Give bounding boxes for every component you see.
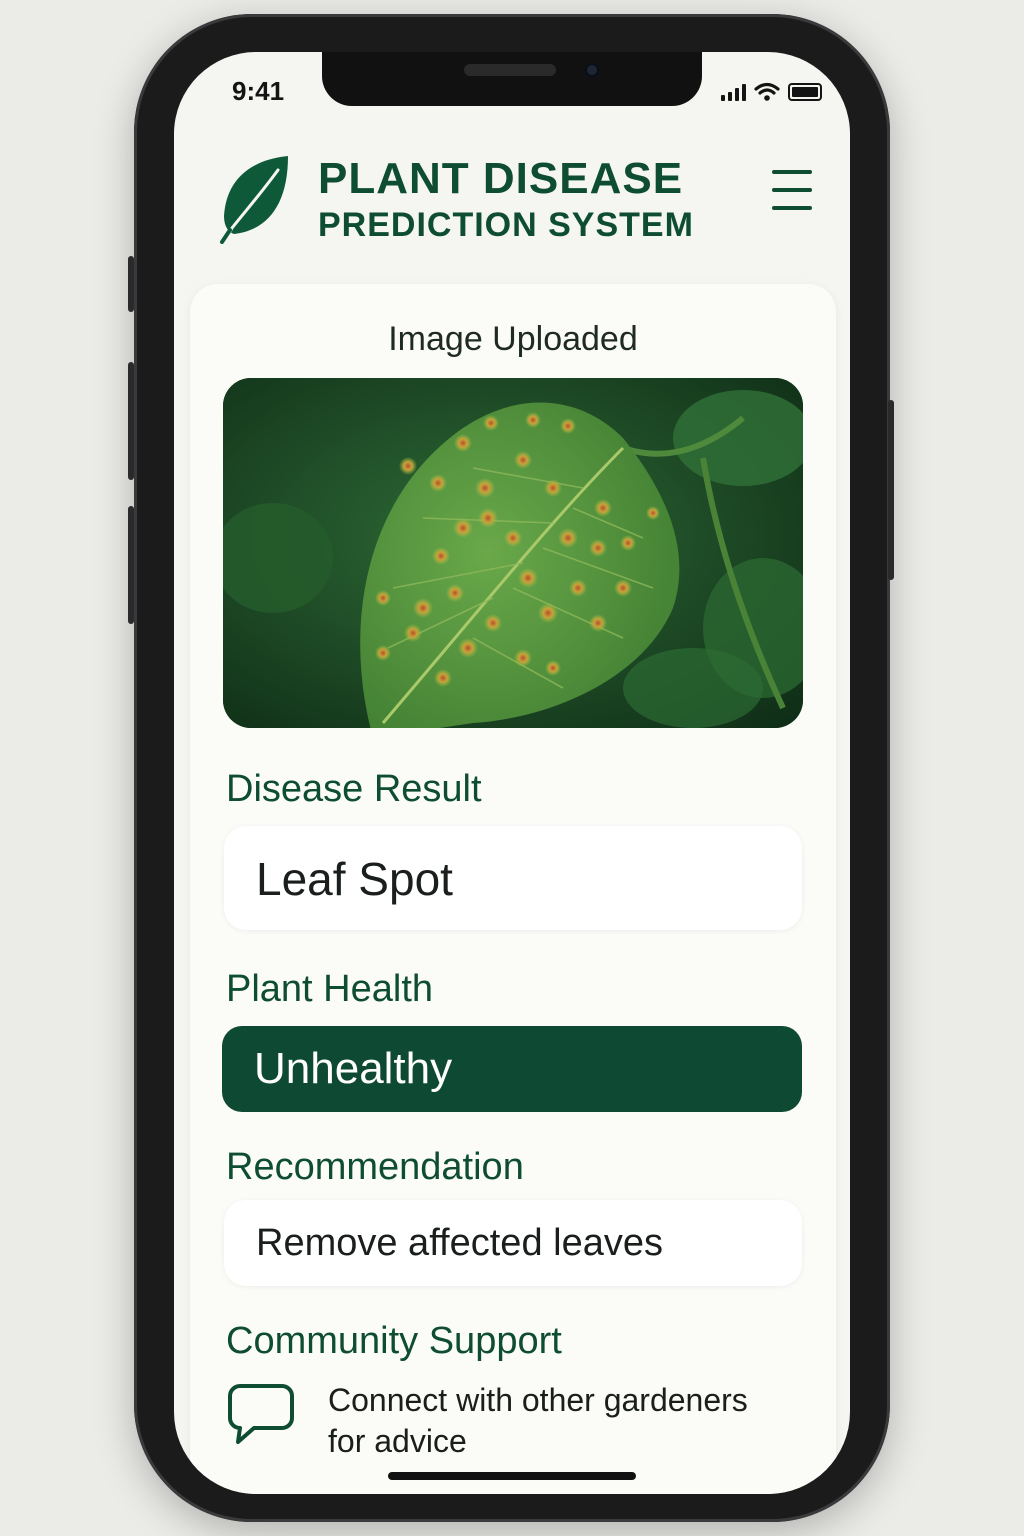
plant-health-badge: Unhealthy: [222, 1026, 802, 1112]
community-support-text: Connect with other gardeners for advice: [328, 1380, 808, 1462]
disease-result-label: Disease Result: [226, 768, 482, 810]
leaf-photo: [223, 378, 803, 728]
plant-health-label: Plant Health: [226, 968, 434, 1010]
home-indicator[interactable]: [388, 1472, 636, 1480]
volume-up-button: [128, 362, 134, 480]
upload-title: Image Uploaded: [388, 320, 638, 358]
uploaded-leaf-image: [223, 378, 803, 728]
disease-result-value: Leaf Spot: [256, 853, 453, 905]
recommendation-label: Recommendation: [226, 1146, 524, 1188]
recommendation-box: Remove affected leaves: [224, 1200, 802, 1286]
status-time: 9:41: [232, 76, 285, 106]
cellular-signal-icon: [721, 83, 746, 101]
volume-down-button: [128, 506, 134, 624]
recommendation-value: Remove affected leaves: [256, 1222, 663, 1264]
notch: [322, 52, 702, 106]
community-support-label: Community Support: [226, 1320, 562, 1362]
status-icons: [721, 82, 822, 102]
community-text-line1: Connect with other gardeners: [328, 1382, 748, 1418]
battery-icon: [788, 83, 822, 101]
community-support-link[interactable]: Connect with other gardeners for advice: [226, 1382, 816, 1472]
power-button: [888, 400, 894, 580]
chat-bubble-icon: [228, 1384, 294, 1444]
leaf-icon: [220, 156, 288, 244]
disease-result-box: Leaf Spot: [224, 826, 802, 930]
result-card: Image Uploaded Disease Result Leaf Spot …: [190, 284, 836, 1494]
mute-switch: [128, 256, 134, 312]
wifi-icon: [754, 82, 780, 101]
front-camera: [584, 62, 600, 78]
speaker: [464, 64, 556, 76]
hamburger-menu-icon[interactable]: [772, 170, 816, 218]
app-subtitle: PREDICTION SYSTEM: [318, 206, 694, 244]
app-title: PLANT DISEASE: [318, 154, 684, 203]
community-text-line2: for advice: [328, 1423, 467, 1459]
phone-screen: 9:41 PLANT DISEASE PREDICTION SYSTEM Ima…: [174, 52, 850, 1494]
plant-health-value: Unhealthy: [254, 1044, 453, 1093]
app-header: PLANT DISEASE PREDICTION SYSTEM: [218, 152, 818, 252]
